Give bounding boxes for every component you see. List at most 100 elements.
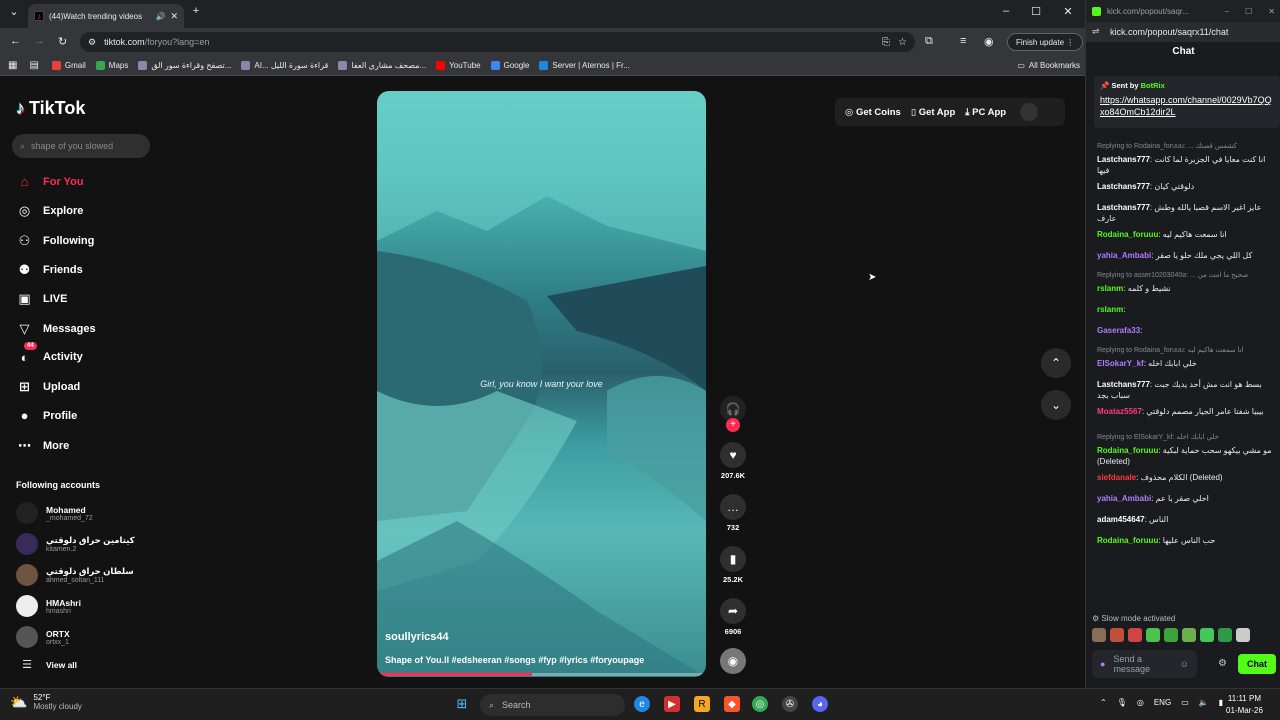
- extensions-icon[interactable]: ⧉: [925, 35, 933, 48]
- battery-icon[interactable]: ▮: [1219, 698, 1223, 707]
- network-icon[interactable]: ▭: [1181, 698, 1189, 707]
- emote-icon[interactable]: [1200, 628, 1214, 642]
- all-bookmarks-button[interactable]: ▭ All Bookmarks: [1012, 61, 1085, 70]
- finish-update-button[interactable]: Finish update ⋮: [1007, 33, 1084, 51]
- chat-message[interactable]: Rodaina_foruuu: انا سمعت هاكيم ليه: [1097, 229, 1272, 240]
- emote-icon[interactable]: [1182, 628, 1196, 642]
- bookmark-item[interactable]: YouTube: [431, 61, 485, 70]
- chat-message[interactable]: Gaserafa33:: [1097, 325, 1272, 336]
- weather-widget[interactable]: ⛅ 52°F Mostly cloudy: [10, 693, 82, 711]
- app-icon[interactable]: ✇: [782, 696, 798, 712]
- sidebar-item-following[interactable]: ⚇ Following: [16, 233, 95, 249]
- search-input[interactable]: ⌕ shape of you slowed: [12, 134, 150, 158]
- new-tab-icon[interactable]: +: [186, 5, 206, 17]
- chat-username[interactable]: yahia_Ambabi: [1097, 251, 1151, 260]
- reload-icon[interactable]: ↻: [58, 35, 67, 48]
- chat-settings-icon[interactable]: ⚙: [1218, 658, 1227, 669]
- pc-app-button[interactable]: ⤓ PC App: [965, 107, 1006, 118]
- pinned-message[interactable]: 📌 Sent by BotRix https://whatsapp.com/ch…: [1094, 76, 1280, 128]
- bookmark-item[interactable]: Server | Aternos | Fr...: [534, 61, 635, 70]
- chat-username[interactable]: rslanm: [1097, 305, 1123, 314]
- chat-message[interactable]: rslanm: نشيط و كلمه: [1097, 283, 1272, 294]
- bookmark-star-icon[interactable]: ☆: [898, 37, 907, 48]
- kick-minimize-icon[interactable]: –: [1225, 7, 1229, 16]
- chat-message-input[interactable]: ● Send a message ☺: [1092, 650, 1197, 678]
- chat-message[interactable]: yahia_Ambabi: كل اللي يجي ملك حلو يا صقر: [1097, 250, 1272, 261]
- tray-chevron-icon[interactable]: ⌃: [1100, 698, 1107, 707]
- chat-message[interactable]: siefdanale: الكلام محذوف (Deleted): [1097, 472, 1272, 483]
- mic-icon[interactable]: ●: [1100, 659, 1105, 669]
- chat-username[interactable]: Rodaina_foruuu: [1097, 446, 1158, 455]
- bookmark-item[interactable]: Maps: [91, 61, 134, 70]
- taskbar-clock[interactable]: 11:11 PM 01-Mar-26: [1226, 693, 1263, 717]
- discord-icon[interactable]: ◕: [812, 696, 828, 712]
- sidebar-item-live[interactable]: ▣ LIVE: [16, 291, 67, 307]
- bookmark-item[interactable]: Google: [486, 61, 535, 70]
- get-app-button[interactable]: ▯ Get App: [911, 107, 955, 118]
- chrome-icon[interactable]: ◎: [752, 696, 768, 712]
- bookmark-item[interactable]: AI... قراءة سورة الليل: [236, 61, 333, 70]
- chat-send-button[interactable]: Chat: [1238, 654, 1276, 674]
- sidebar-item-messages[interactable]: ▽ Messages: [16, 321, 96, 337]
- address-bar[interactable]: ⚙ tiktok.com /foryou?lang=en ⎘ ☆: [80, 32, 915, 52]
- bookmark-folder-icon[interactable]: ▤: [29, 60, 38, 71]
- close-window-icon[interactable]: ✕: [1058, 5, 1078, 18]
- bookmark-item[interactable]: مصحف مشاري العفا...: [333, 61, 431, 70]
- kick-site-info-icon[interactable]: ⇌: [1092, 26, 1100, 37]
- kick-close-icon[interactable]: ✕: [1268, 7, 1275, 16]
- install-icon[interactable]: ⎘: [882, 37, 890, 48]
- user-avatar[interactable]: [1020, 103, 1039, 121]
- chat-username[interactable]: Moataz5567: [1097, 407, 1142, 416]
- chat-username[interactable]: Lastchans777: [1097, 203, 1150, 212]
- emote-icon[interactable]: [1092, 628, 1106, 642]
- profile-avatar-icon[interactable]: ◉: [984, 35, 994, 48]
- chat-message[interactable]: ElSokarY_kf: خلي ابابك اخله: [1097, 358, 1272, 369]
- language-indicator[interactable]: ENG: [1154, 698, 1171, 707]
- following-account[interactable]: سلطان حراق دلوقتي ahmed_soltan_111: [16, 564, 134, 586]
- taskbar-search[interactable]: ⌕ Search: [480, 694, 625, 716]
- tray-mic-icon[interactable]: 🎙: [1117, 698, 1127, 707]
- chat-username[interactable]: Rodaina_foruuu: [1097, 536, 1158, 545]
- bookmark-item[interactable]: Gmail: [47, 61, 91, 70]
- creator-avatar-button[interactable]: 🎧 +: [718, 396, 748, 432]
- chat-username[interactable]: Lastchans777: [1097, 155, 1150, 164]
- video-player[interactable]: Girl, you know I want your love soullyri…: [377, 91, 706, 677]
- emote-icon[interactable]: [1218, 628, 1232, 642]
- previous-video-button[interactable]: ⌃: [1041, 348, 1071, 378]
- chat-username[interactable]: adam454647: [1097, 515, 1145, 524]
- music-disc-button[interactable]: ◉: [718, 648, 748, 674]
- audio-icon[interactable]: 🔊: [155, 12, 165, 21]
- chat-username[interactable]: Rodaina_foruuu: [1097, 230, 1158, 239]
- emote-icon[interactable]: [1128, 628, 1142, 642]
- sidebar-item-activity[interactable]: ◐ 44 Activity: [16, 341, 83, 365]
- emote-icon[interactable]: [1164, 628, 1178, 642]
- back-icon[interactable]: ←: [10, 35, 21, 47]
- chat-message[interactable]: Lastchans777: انا كنت معايا في الجزيرة ل…: [1097, 154, 1272, 176]
- forward-icon[interactable]: →: [34, 35, 45, 47]
- chat-username[interactable]: rslanm: [1097, 284, 1123, 293]
- save-button[interactable]: ▮ 25.2K: [718, 546, 748, 584]
- chat-message[interactable]: Moataz5567: بيبيا شفتا عامر الجيار مصمم …: [1097, 406, 1272, 417]
- following-account[interactable]: ORTX ortxx_1: [16, 626, 70, 648]
- sidebar-item-explore[interactable]: ◎ Explore: [16, 203, 84, 219]
- tiktok-logo[interactable]: ♪ TikTok: [16, 98, 85, 119]
- sidebar-item-upload[interactable]: ⊞ Upload: [16, 379, 80, 395]
- brave-icon[interactable]: ◆: [724, 696, 740, 712]
- sidebar-item-more[interactable]: ⋯ More: [16, 438, 69, 454]
- youtube-app-icon[interactable]: ▶: [664, 696, 680, 712]
- view-all-button[interactable]: ☰ View all: [16, 658, 77, 671]
- sidebar-item-profile[interactable]: ● Profile: [16, 408, 78, 423]
- minimize-icon[interactable]: –: [996, 5, 1016, 17]
- chat-message[interactable]: Rodaina_foruuu: حب الناس عليها: [1097, 535, 1272, 546]
- share-button[interactable]: ➦ 6906: [718, 598, 748, 636]
- tray-app-icon[interactable]: ◎: [1137, 698, 1144, 707]
- like-button[interactable]: ♥ 207.6K: [718, 442, 748, 480]
- get-coins-button[interactable]: ◎ Get Coins: [845, 107, 901, 118]
- chat-username[interactable]: Lastchans777: [1097, 182, 1150, 191]
- media-icon[interactable]: ≡: [960, 35, 966, 47]
- chat-message[interactable]: adam454647: الناس: [1097, 514, 1272, 525]
- app-r-icon[interactable]: R: [694, 696, 710, 712]
- tab-search-icon[interactable]: ⌄: [4, 5, 24, 18]
- chat-username[interactable]: ElSokarY_kf: [1097, 359, 1144, 368]
- chat-message[interactable]: Lastchans777: دلوقتي كيان: [1097, 181, 1272, 192]
